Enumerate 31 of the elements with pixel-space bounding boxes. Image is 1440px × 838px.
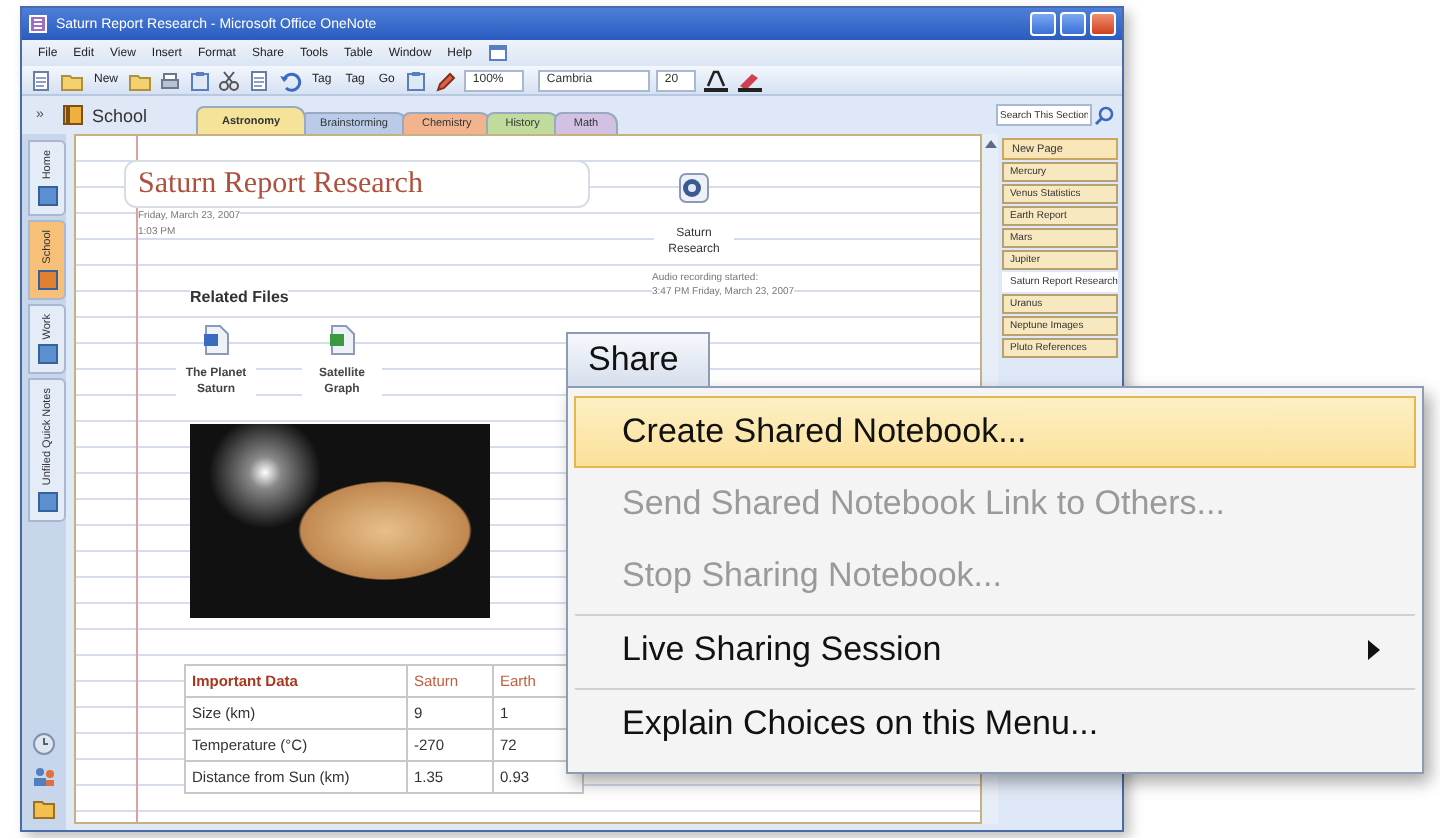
printer-icon[interactable]	[158, 69, 183, 91]
notebook-icon	[62, 104, 84, 126]
clipboard-icon[interactable]	[188, 69, 213, 91]
scissors-icon[interactable]	[218, 69, 243, 91]
notebook-title: School	[92, 106, 150, 130]
window-icon[interactable]	[488, 44, 509, 62]
people-icon[interactable]	[32, 764, 56, 788]
clock-icon[interactable]	[32, 732, 56, 756]
highlighter-icon[interactable]	[736, 69, 765, 91]
close-button[interactable]	[1090, 12, 1116, 36]
document-icon[interactable]	[248, 69, 273, 91]
menu-item[interactable]: Live Sharing Session	[574, 614, 1416, 686]
menu-item[interactable]: Explain Choices on this Menu...	[574, 688, 1416, 760]
file-icon[interactable]	[328, 324, 356, 356]
font-color-icon[interactable]	[702, 69, 731, 91]
page-title: Saturn Report Research	[124, 160, 590, 208]
audio-file-icon[interactable]	[678, 172, 710, 204]
share-menu-title[interactable]: Share	[566, 332, 710, 386]
minimize-button[interactable]	[1030, 12, 1056, 36]
clipboard-icon[interactable]	[404, 69, 429, 91]
undo-icon[interactable]	[278, 69, 303, 91]
section-heading: Related Files	[190, 288, 289, 306]
scroll-up-icon[interactable]	[983, 138, 997, 150]
restore-button[interactable]	[1060, 12, 1086, 36]
file-icon[interactable]	[202, 324, 230, 356]
search-icon[interactable]	[1094, 105, 1114, 125]
document-icon[interactable]	[30, 69, 54, 91]
notebook-icon	[28, 14, 48, 34]
menu-item[interactable]: Create Shared Notebook...	[574, 396, 1416, 468]
folder-icon[interactable]	[32, 796, 56, 820]
submenu-arrow-icon	[1366, 638, 1382, 662]
